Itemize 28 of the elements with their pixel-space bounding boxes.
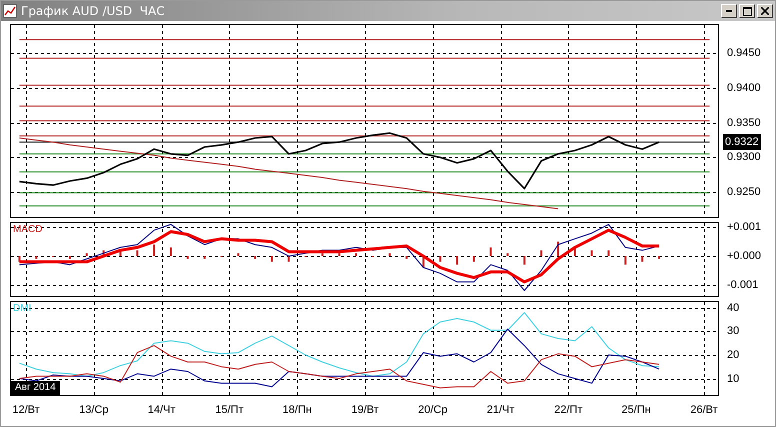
tick-label: 0.9400 xyxy=(727,81,761,96)
tick-label: 0.9300 xyxy=(727,150,761,164)
tick-label: 0.9250 xyxy=(727,185,761,200)
date-label: 25/Пн xyxy=(622,404,651,416)
date-label: 15/Пт xyxy=(215,404,244,416)
tick-label: +0.000 xyxy=(727,249,761,264)
date-label: 18/Пн xyxy=(282,404,312,416)
date-label: 20/Ср xyxy=(418,404,448,416)
tick-label: 40 xyxy=(727,300,740,315)
tick-label: 30 xyxy=(727,324,740,338)
tick-label: -0.001 xyxy=(727,278,758,292)
tick-label: 0.9350 xyxy=(727,116,761,130)
date-label: 14/Чт xyxy=(148,404,176,416)
tick-label: 20 xyxy=(727,348,740,362)
date-label: 13/Ср xyxy=(79,404,108,416)
date-label: 19/Вт xyxy=(351,404,379,416)
current-price-badge: 0.9322 xyxy=(723,134,761,150)
date-label: 26/Вт xyxy=(690,404,718,416)
date-label: 22/Пт xyxy=(554,404,583,416)
date-badge: Авг 2014 xyxy=(11,381,60,395)
date-label: 21/Чт xyxy=(486,404,514,416)
indicator-label: DMI xyxy=(13,303,32,315)
window-title: График AUD /USD ЧАС xyxy=(21,4,165,18)
tick-label: +0.001 xyxy=(727,220,761,234)
tick-label: 10 xyxy=(727,372,740,386)
date-label: 12/Вт xyxy=(12,404,40,416)
indicator-label: MACD xyxy=(13,224,42,236)
tick-label: 0.9450 xyxy=(727,46,761,60)
